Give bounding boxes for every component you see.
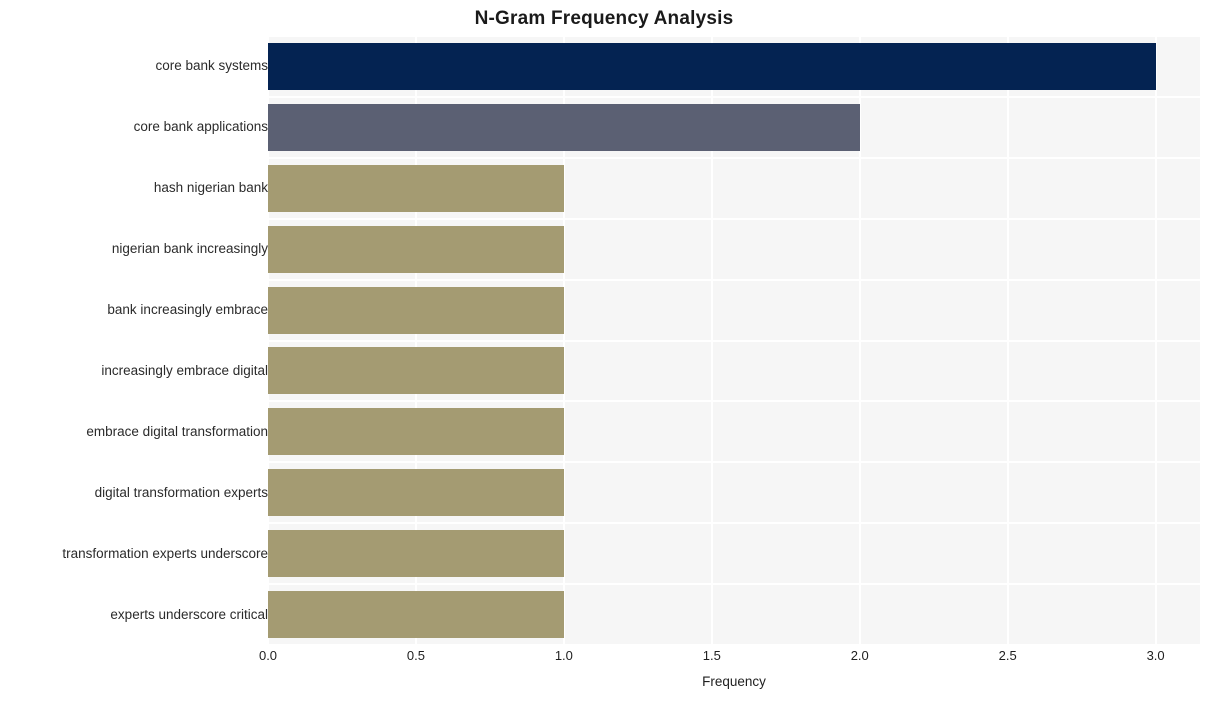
gridline-horizontal: [268, 95, 1200, 98]
bar: [268, 347, 564, 395]
y-axis-tick-label: digital transformation experts: [94, 484, 268, 500]
bar: [268, 530, 564, 578]
y-axis-tick-label: hash nigerian bank: [153, 180, 268, 196]
bar: [268, 286, 564, 334]
gridline-horizontal: [268, 400, 1200, 403]
x-axis-tick-labels: 0.0 0.5 1.0 1.5 2.0 2.5 3.0: [259, 648, 1200, 668]
y-axis-tick-label: transformation experts underscore: [62, 545, 268, 561]
plot-area: [268, 36, 1200, 645]
y-axis-tick-label: bank increasingly embrace: [107, 302, 268, 318]
x-axis-tick-label: 1.0: [554, 648, 573, 663]
bar: [268, 103, 860, 151]
x-axis-title: Frequency: [702, 674, 766, 689]
x-axis-tick-label: 0.5: [406, 648, 425, 663]
gridline-horizontal: [268, 461, 1200, 464]
gridline-horizontal: [268, 339, 1200, 342]
chart-figure: N-Gram Frequency Analysis core bank syst…: [0, 0, 1208, 701]
gridline-horizontal: [268, 278, 1200, 281]
y-axis-tick-label: core bank applications: [133, 119, 268, 135]
bar: [268, 469, 564, 517]
bar: [268, 164, 564, 212]
x-axis-tick-label: 2.0: [850, 648, 869, 663]
x-axis-tick-label: 0.0: [258, 648, 278, 663]
y-axis-tick-label: embrace digital transformation: [86, 423, 268, 439]
x-axis-tick-label: 3.0: [1146, 648, 1165, 663]
x-axis-tick-label: 1.5: [702, 648, 721, 663]
gridline-horizontal: [268, 156, 1200, 159]
gridline-horizontal: [268, 36, 1200, 37]
y-axis-tick-labels: core bank systems core bank applications h…: [0, 36, 268, 645]
gridline-horizontal: [268, 522, 1200, 525]
x-axis-tick-label: 2.5: [998, 648, 1017, 663]
page-title: N-Gram Frequency Analysis: [474, 8, 734, 29]
y-axis-tick-label: nigerian bank increasingly: [111, 241, 268, 257]
y-axis-tick-label: experts underscore critical: [110, 606, 268, 622]
gridline-horizontal: [268, 644, 1200, 645]
y-axis-tick-label: increasingly embrace digital: [101, 362, 268, 378]
bar: [268, 591, 564, 639]
bar: [268, 225, 564, 273]
gridline-horizontal: [268, 217, 1200, 220]
y-axis-tick-label: core bank systems: [155, 58, 268, 74]
bar: [268, 408, 564, 456]
gridline-horizontal: [268, 583, 1200, 586]
bar: [268, 42, 1156, 90]
